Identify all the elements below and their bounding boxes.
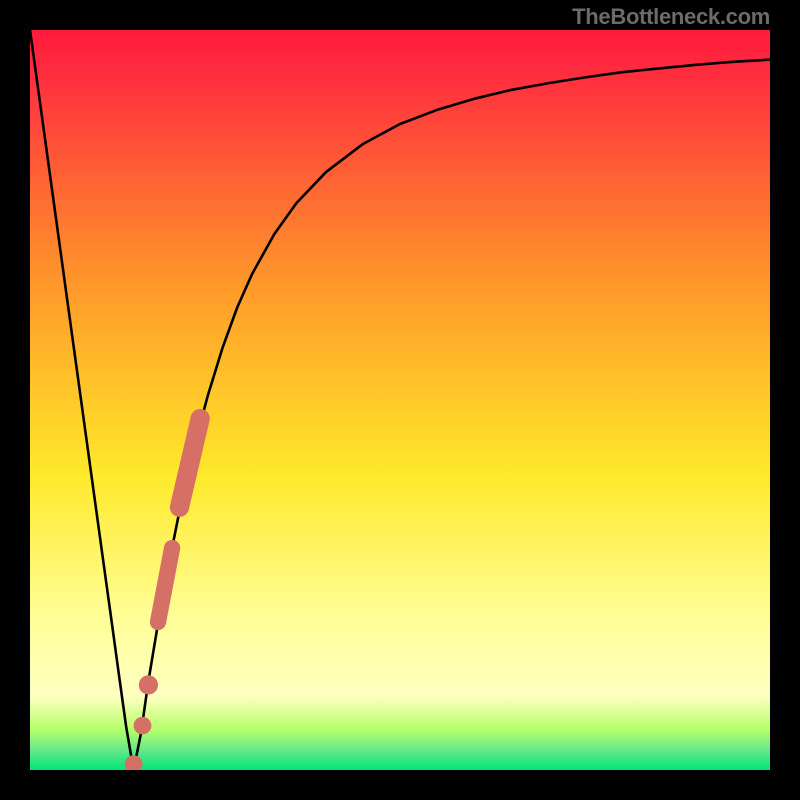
bottleneck-chart <box>30 30 770 770</box>
dot-a <box>134 717 152 735</box>
watermark-text: TheBottleneck.com <box>572 4 770 30</box>
gradient-background <box>30 30 770 770</box>
plot-area <box>30 30 770 770</box>
dot-b <box>139 675 158 694</box>
chart-frame: TheBottleneck.com <box>0 0 800 800</box>
